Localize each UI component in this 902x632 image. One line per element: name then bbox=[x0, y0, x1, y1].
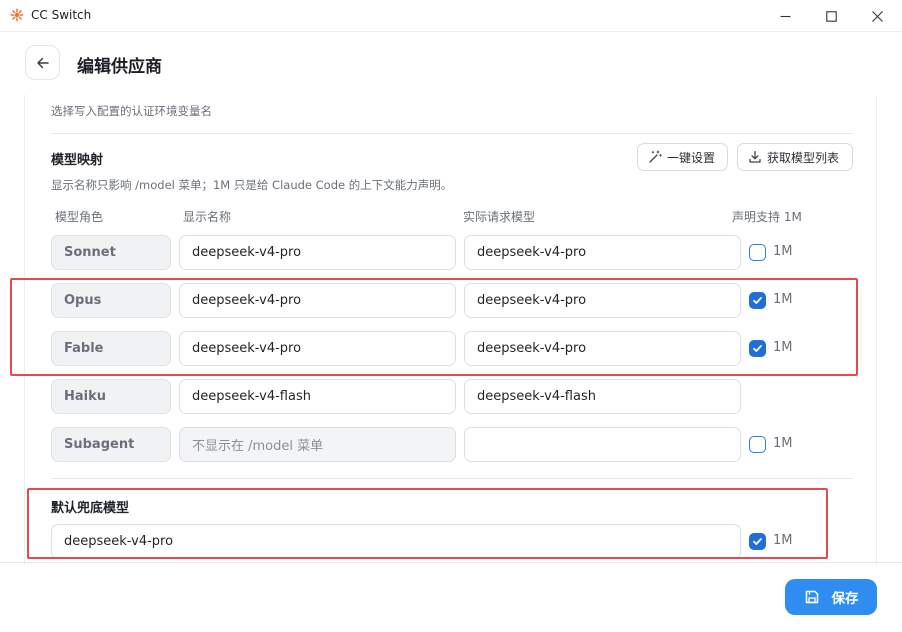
back-button[interactable] bbox=[25, 45, 60, 80]
minimize-button[interactable] bbox=[762, 0, 808, 32]
support-1m-label-opus: 1M bbox=[773, 292, 793, 307]
one-click-setup-button[interactable]: 一键设置 bbox=[637, 143, 728, 171]
role-sonnet: Sonnet bbox=[51, 235, 171, 270]
role-opus: Opus bbox=[51, 283, 171, 318]
support-1m-checkbox-fable[interactable] bbox=[749, 340, 766, 357]
arrow-left-icon bbox=[36, 57, 49, 68]
close-button[interactable] bbox=[854, 0, 900, 32]
display-name-input-opus[interactable]: deepseek-v4-pro bbox=[179, 283, 456, 318]
support-1m-checkbox-default[interactable] bbox=[749, 533, 766, 550]
maximize-icon bbox=[825, 10, 837, 22]
checkmark-icon bbox=[753, 538, 762, 545]
save-icon bbox=[805, 590, 818, 604]
maximize-button[interactable] bbox=[808, 0, 854, 32]
download-icon bbox=[749, 150, 761, 163]
page-title: 编辑供应商 bbox=[77, 57, 162, 77]
support-1m-label-sonnet: 1M bbox=[773, 244, 793, 259]
default-fallback-title: 默认兜底模型 bbox=[51, 501, 130, 516]
request-model-input-fable[interactable]: deepseek-v4-pro bbox=[464, 331, 741, 366]
support-1m-label-subagent: 1M bbox=[773, 436, 793, 451]
request-model-input-haiku[interactable]: deepseek-v4-flash bbox=[464, 379, 741, 414]
support-1m-label-fable: 1M bbox=[773, 340, 793, 355]
fetch-models-button[interactable]: 获取模型列表 bbox=[737, 143, 853, 171]
request-model-input-opus[interactable]: deepseek-v4-pro bbox=[464, 283, 741, 318]
role-fable: Fable bbox=[51, 331, 171, 366]
role-haiku: Haiku bbox=[51, 379, 171, 414]
window-title: CC Switch bbox=[31, 8, 92, 22]
column-header-request-model: 实际请求模型 bbox=[463, 210, 536, 224]
window-titlebar: CC Switch bbox=[0, 0, 902, 32]
app-logo-icon bbox=[10, 8, 24, 22]
footer-divider bbox=[0, 562, 902, 563]
magic-wand-icon bbox=[649, 150, 662, 163]
support-1m-checkbox-opus[interactable] bbox=[749, 292, 766, 309]
request-model-input-subagent[interactable] bbox=[464, 427, 741, 462]
divider bbox=[51, 478, 853, 479]
checkmark-icon bbox=[753, 297, 762, 304]
minimize-icon bbox=[780, 15, 790, 17]
role-subagent: Subagent bbox=[51, 427, 171, 462]
display-name-input-sonnet[interactable]: deepseek-v4-pro bbox=[179, 235, 456, 270]
model-mapping-description: 显示名称只影响 /model 菜单；1M 只是给 Claude Code 的上下… bbox=[51, 178, 453, 192]
display-name-input-subagent: 不显示在 /model 菜单 bbox=[179, 427, 456, 462]
column-header-role: 模型角色 bbox=[55, 210, 104, 224]
save-label: 保存 bbox=[831, 591, 859, 607]
left-edge-marker bbox=[0, 95, 4, 565]
default-fallback-input[interactable]: deepseek-v4-pro bbox=[51, 524, 741, 559]
display-name-input-fable[interactable]: deepseek-v4-pro bbox=[179, 331, 456, 366]
display-name-input-haiku[interactable]: deepseek-v4-flash bbox=[179, 379, 456, 414]
support-1m-checkbox-subagent[interactable] bbox=[749, 436, 766, 453]
auth-env-hint: 选择写入配置的认证环境变量名 bbox=[51, 104, 212, 118]
one-click-setup-label: 一键设置 bbox=[667, 150, 716, 165]
model-mapping-title: 模型映射 bbox=[51, 153, 104, 168]
divider bbox=[51, 133, 853, 134]
support-1m-checkbox-sonnet[interactable] bbox=[749, 244, 766, 261]
fetch-models-label: 获取模型列表 bbox=[767, 150, 840, 165]
column-header-display-name: 显示名称 bbox=[183, 210, 232, 224]
checkmark-icon bbox=[753, 345, 762, 352]
request-model-input-sonnet[interactable]: deepseek-v4-pro bbox=[464, 235, 741, 270]
close-icon bbox=[871, 10, 883, 22]
column-header-support-1m: 声明支持 1M bbox=[732, 210, 802, 224]
provider-form: 选择写入配置的认证环境变量名 模型映射 显示名称只影响 /model 菜单；1M… bbox=[24, 95, 877, 565]
support-1m-label-default: 1M bbox=[773, 533, 793, 548]
save-button[interactable]: 保存 bbox=[785, 579, 877, 615]
